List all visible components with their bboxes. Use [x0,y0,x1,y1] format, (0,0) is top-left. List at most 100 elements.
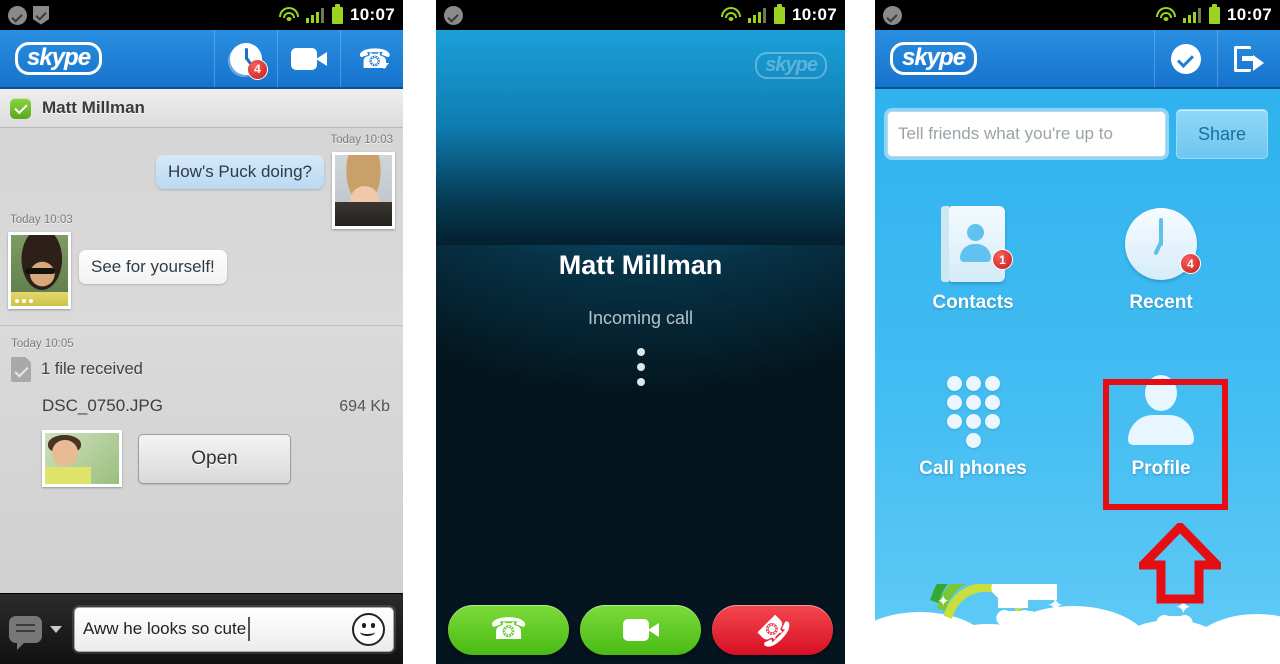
voice-call-icon: ☎ [358,43,392,74]
phone-icon: ☎ [489,612,528,646]
tile-label: Recent [1129,292,1193,313]
video-call-button[interactable] [277,30,340,87]
tile-label: Call phones [919,458,1027,479]
file-transfer-card: Today 10:05 1 file received DSC_0750.JPG… [0,325,403,487]
home-action-bar: skype [875,30,1280,89]
up-arrow-annotation [1139,523,1221,604]
recent-glyph-wrap: 4 [1125,196,1201,292]
file-transfer-title-row: 1 file received [11,357,392,382]
message-bubble: How's Puck doing? [155,155,324,189]
status-bar-clock: 10:07 [792,5,837,24]
recent-calls-icon: 4 [230,42,268,80]
share-button[interactable]: Share [1176,109,1268,159]
answer-audio-button[interactable]: ☎ [448,604,569,655]
status-update-row: Tell friends what you're up to Share [875,104,1280,164]
avatar [8,232,71,309]
skype-notification-icon [8,5,27,25]
signal-icon [1183,7,1202,23]
dialpad-glyph-wrap [941,362,1005,458]
call-status-text: Incoming call [587,308,694,328]
hangup-icon: ☎ [747,604,798,655]
message-compose-bar: Aww he looks so cute [0,593,403,664]
battery-icon [774,3,786,24]
dialpad-icon [941,372,1005,448]
tile-label: Contacts [932,292,1014,313]
skype-watermark: skype [755,52,827,79]
chevron-down-icon [379,62,389,69]
tile-call-phones[interactable]: Call phones [885,362,1061,512]
presence-check-icon [1171,43,1201,74]
message-row-incoming: See for yourself! [8,232,227,309]
file-transfer-timestamp: Today 10:05 [11,338,74,350]
status-bar-right-icons: 10:07 [1155,3,1272,25]
skype-logo: skype [875,30,978,87]
call-progress-dots [636,348,645,386]
avatar-status-dots [15,299,33,303]
message-row-outgoing: How's Puck doing? [155,152,395,229]
file-transfer-title: 1 file received [41,360,143,378]
smiley-icon[interactable] [352,612,385,646]
battery-icon [332,3,344,24]
sign-out-icon [1234,45,1264,72]
message-input[interactable]: Aww he looks so cute [74,606,394,652]
recent-calls-button[interactable]: 4 [214,30,277,87]
wifi-icon [278,7,299,23]
contact-header[interactable]: Matt Millman [0,89,403,128]
tile-recent[interactable]: 4 Recent [1073,196,1249,346]
battery-icon [1209,3,1221,24]
presence-online-icon [10,97,31,119]
skype-notification-icon [883,5,902,25]
message-input-value: Aww he looks so cute [83,619,247,638]
status-bar-left-icons [883,5,902,25]
heart-balloon-icon [1163,616,1187,638]
action-bar-spacer [102,30,214,87]
android-status-bar: 10:07 [0,0,403,30]
sparkle-icon: ✦ [1006,584,1023,586]
sparkle-icon: ✦ [1047,595,1064,617]
sign-out-button[interactable] [1217,30,1280,87]
contacts-badge: 1 [992,249,1013,270]
wifi-icon [720,7,741,23]
message-timestamp: Today 10:03 [10,214,73,226]
skype-notification-icon [444,5,463,25]
status-bar-right-icons: 10:07 [278,3,395,25]
screenshot-stage: 10:07 skype 4 ☎ Matt Millman Today 10:03… [0,0,1280,664]
video-call-icon [291,47,327,70]
signal-icon [306,7,325,23]
voice-call-button[interactable]: ☎ [340,30,403,87]
android-status-bar: 10:07 [436,0,845,30]
open-file-button[interactable]: Open [138,433,291,484]
file-name: DSC_0750.JPG [42,396,163,415]
answer-video-button[interactable] [580,604,701,655]
tile-contacts[interactable]: 1 Contacts [885,196,1061,346]
status-input[interactable]: Tell friends what you're up to [887,111,1166,157]
presence-button[interactable] [1154,30,1217,87]
chat-action-bar: skype 4 ☎ [0,30,403,89]
status-bar-clock: 10:07 [350,5,395,24]
chevron-down-icon[interactable] [50,625,62,633]
file-thumbnail[interactable] [42,430,122,487]
android-status-bar: 10:07 [875,0,1280,30]
recent-badge: 4 [247,58,268,80]
file-open-row: Open [11,430,392,487]
decline-call-button[interactable]: ☎ [712,604,833,655]
status-bar-clock: 10:07 [1227,5,1272,24]
sparkle-icon: ✦ [937,593,950,610]
phone-panel-chat: 10:07 skype 4 ☎ Matt Millman Today 10:03… [0,0,403,664]
status-bar-right-icons: 10:07 [720,3,837,25]
chat-message-list[interactable]: Today 10:03 How's Puck doing? Today 10:0… [0,128,403,623]
phone-panel-incoming-call: 10:07 skype Matt Millman Incoming call ☎… [436,0,845,664]
message-timestamp: Today 10:03 [330,134,393,146]
message-mode-icon[interactable] [9,615,42,650]
profile-highlight-box [1103,379,1228,510]
clock-icon: 4 [1125,208,1201,280]
status-bar-left-icons [444,5,463,25]
heart-balloon-icon [998,584,1028,608]
heart-balloon-icon [1035,623,1065,650]
contacts-glyph-wrap: 1 [941,196,1013,292]
text-caret [248,617,250,641]
signal-icon [748,7,767,23]
video-camera-icon [622,618,659,641]
file-size: 694 Kb [339,398,390,415]
skype-logo: skype [0,30,103,87]
